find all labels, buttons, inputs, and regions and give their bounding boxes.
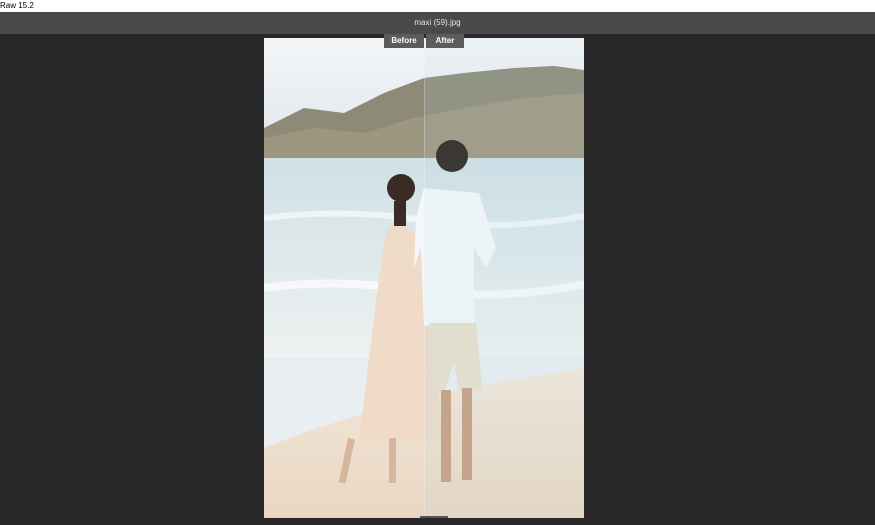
after-button[interactable]: After	[426, 34, 464, 48]
app-title-bar: Raw 15.2	[0, 0, 875, 12]
file-name: maxi (59).jpg	[414, 18, 461, 27]
before-after-divider[interactable]	[424, 38, 425, 518]
preview-scroll-handle[interactable]	[420, 516, 448, 518]
app-title: Raw 15.2	[0, 1, 34, 10]
before-button[interactable]: Before	[384, 34, 424, 48]
file-name-bar: maxi (59).jpg	[0, 12, 875, 34]
